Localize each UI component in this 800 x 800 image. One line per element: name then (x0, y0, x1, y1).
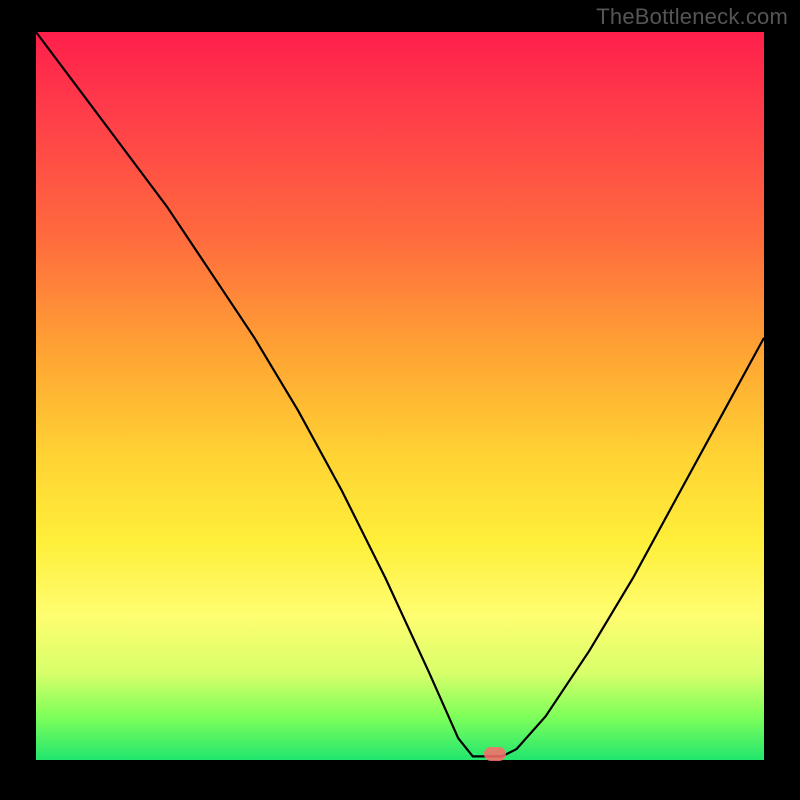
chart-frame: TheBottleneck.com (0, 0, 800, 800)
bottleneck-curve (36, 32, 764, 760)
watermark-text: TheBottleneck.com (596, 4, 788, 30)
optimal-point-marker (484, 747, 506, 761)
plot-area (36, 32, 764, 760)
